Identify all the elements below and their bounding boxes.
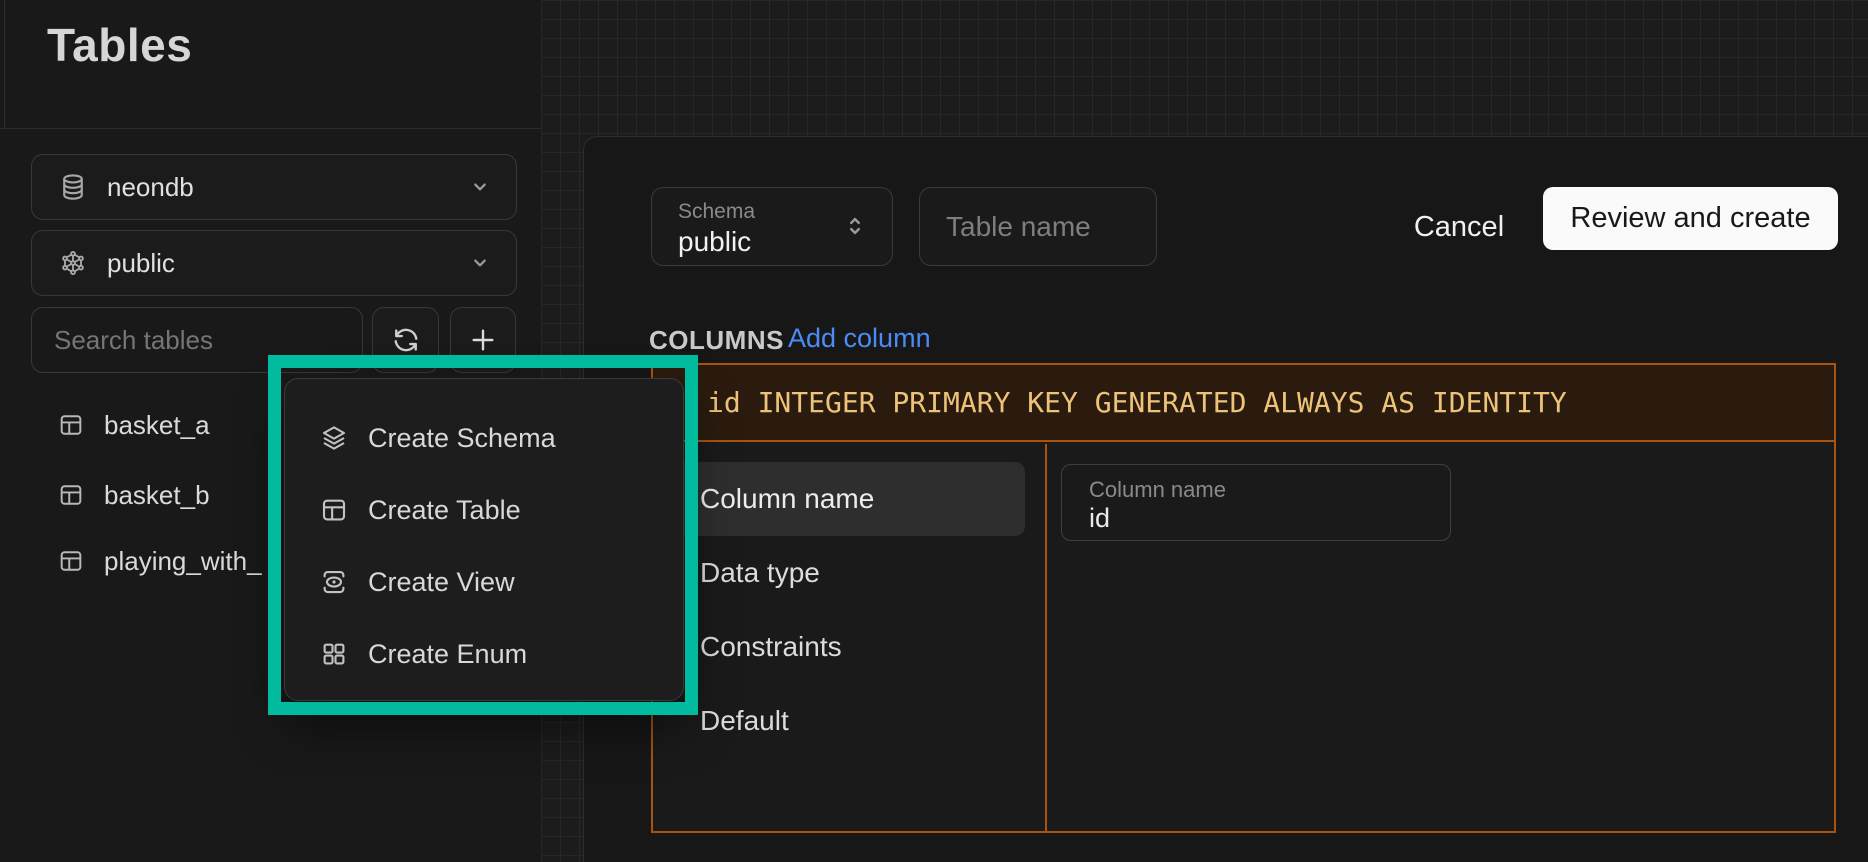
menu-item-label: Create Enum: [368, 639, 527, 670]
review-and-create-button[interactable]: Review and create: [1543, 187, 1838, 250]
table-name-label: basket_b: [104, 480, 210, 511]
schema-icon: [58, 248, 88, 278]
table-icon: [319, 495, 349, 525]
create-table-panel: Schema public Cancel Review and create C…: [583, 136, 1868, 862]
schema-sidebar-select-value: public: [107, 248, 466, 279]
create-dropdown-menu: Create Schema Create Table Create View: [284, 378, 684, 701]
nav-item-column-name[interactable]: Column name: [669, 462, 1025, 536]
cancel-button[interactable]: Cancel: [1394, 197, 1524, 257]
refresh-icon: [391, 325, 421, 355]
chevron-down-icon: [466, 173, 494, 201]
sql-preview-text: id INTEGER PRIMARY KEY GENERATED ALWAYS …: [707, 386, 1567, 419]
column-name-field-value: id: [1089, 503, 1110, 534]
tables-page: Schema public Cancel Review and create C…: [0, 0, 1868, 862]
menu-item-create-enum[interactable]: Create Enum: [285, 618, 683, 690]
column-name-field[interactable]: Column name id: [1061, 464, 1451, 541]
plus-icon: [467, 324, 499, 356]
table-name-label: basket_a: [104, 410, 210, 441]
menu-item-create-view[interactable]: Create View: [285, 546, 683, 618]
menu-item-create-schema[interactable]: Create Schema: [285, 402, 683, 474]
table-name-field-wrap: [919, 187, 1157, 266]
sql-preview-banner: id INTEGER PRIMARY KEY GENERATED ALWAYS …: [653, 365, 1834, 442]
database-icon: [58, 172, 88, 202]
sidebar-divider: [0, 128, 541, 129]
columns-heading: COLUMNS: [649, 325, 784, 356]
view-eye-icon: [319, 567, 349, 597]
table-icon: [57, 481, 85, 509]
column-settings-nav: Column name Data type Constraints Defaul…: [669, 462, 1025, 758]
table-icon: [57, 547, 85, 575]
database-select[interactable]: neondb: [31, 154, 517, 220]
database-select-value: neondb: [107, 172, 466, 203]
search-row: [31, 307, 517, 373]
nav-item-default[interactable]: Default: [669, 684, 1025, 758]
layers-icon: [319, 423, 349, 453]
refresh-button[interactable]: [372, 307, 439, 373]
sidebar-edge-line: [4, 0, 5, 128]
column-editor: id INTEGER PRIMARY KEY GENERATED ALWAYS …: [651, 363, 1836, 833]
grid-icon: [319, 639, 349, 669]
menu-item-label: Create View: [368, 567, 515, 598]
nav-item-data-type[interactable]: Data type: [669, 536, 1025, 610]
create-new-button[interactable]: [450, 307, 516, 373]
schema-select-value: public: [678, 226, 751, 258]
chevron-down-icon: [466, 249, 494, 277]
column-name-field-label: Column name: [1089, 477, 1226, 503]
schema-select-label: Schema: [678, 200, 755, 224]
schema-sidebar-select[interactable]: public: [31, 230, 517, 296]
table-icon: [57, 411, 85, 439]
menu-item-label: Create Table: [368, 495, 521, 526]
search-tables-input[interactable]: [31, 307, 363, 373]
menu-item-create-table[interactable]: Create Table: [285, 474, 683, 546]
unfold-chevrons-icon: [840, 209, 870, 243]
editor-divider: [1045, 444, 1047, 833]
add-column-link[interactable]: Add column: [788, 323, 931, 354]
page-title: Tables: [47, 18, 192, 72]
schema-select[interactable]: Schema public: [651, 187, 893, 266]
menu-item-label: Create Schema: [368, 423, 556, 454]
nav-item-constraints[interactable]: Constraints: [669, 610, 1025, 684]
table-name-input[interactable]: [920, 188, 1156, 265]
table-name-label: playing_with_: [104, 546, 262, 577]
